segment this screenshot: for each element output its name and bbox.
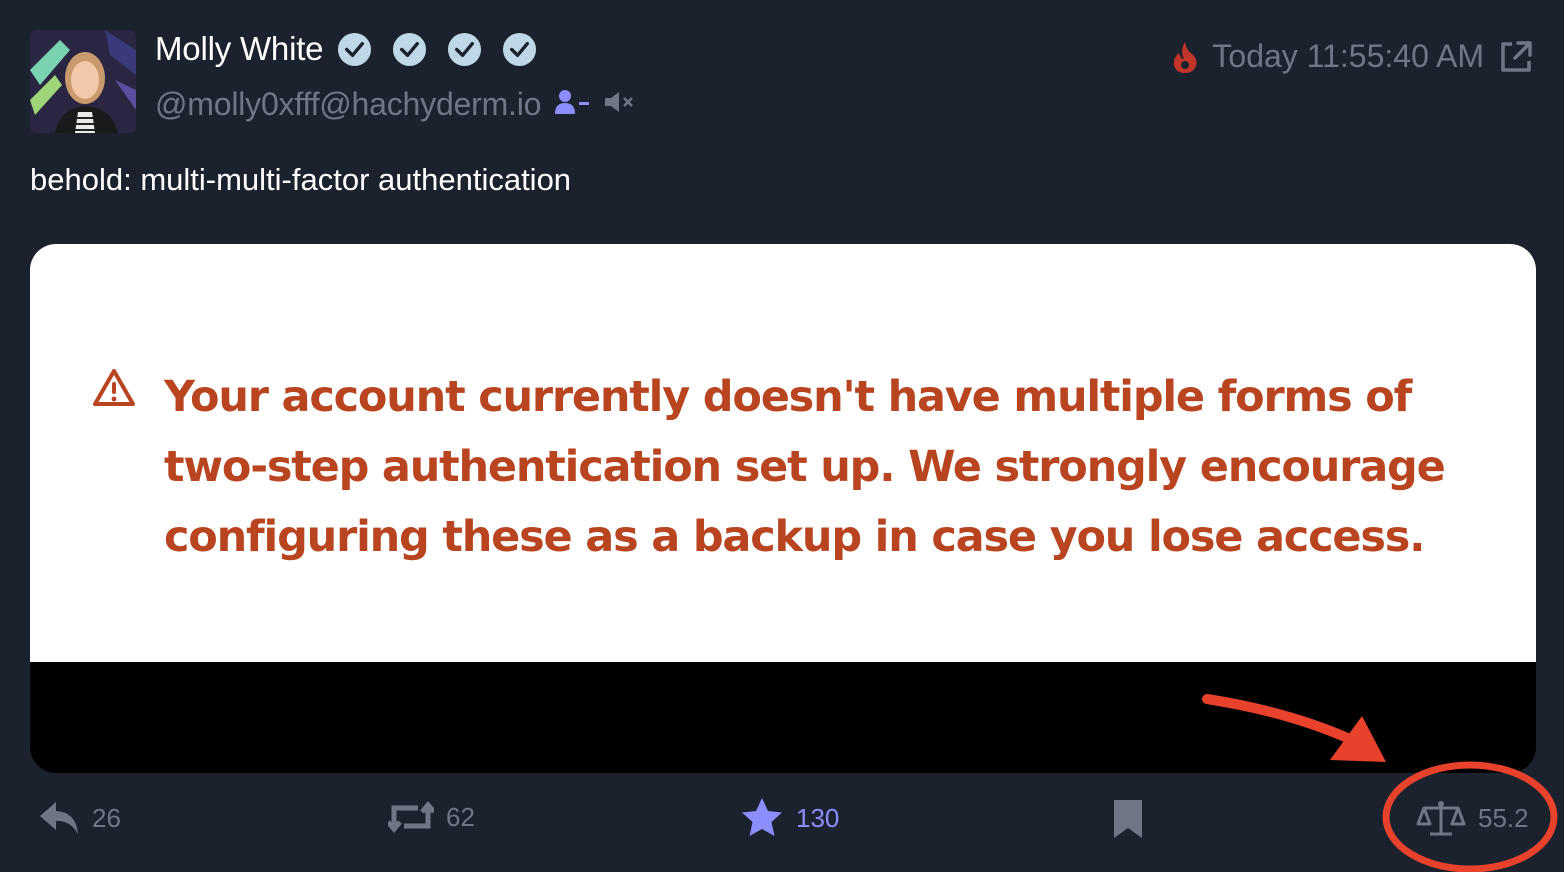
score-value: 55.2 [1478, 802, 1529, 833]
bookmark-icon [1114, 800, 1142, 838]
reply-count: 26 [92, 802, 121, 833]
favourite-count: 130 [796, 802, 840, 833]
verified-badge-icon [392, 32, 427, 67]
verified-badge-icon [502, 32, 537, 67]
reply-icon [40, 802, 78, 834]
screenshot-image: Your account currently doesn't have mult… [30, 244, 1536, 662]
boost-icon [388, 801, 434, 833]
external-link-icon[interactable] [1498, 39, 1534, 75]
media-attachment[interactable]: Your account currently doesn't have mult… [30, 244, 1536, 773]
handle[interactable]: @molly0xfff@hachyderm.io [155, 86, 541, 123]
score-indicator[interactable]: 55.2 [1416, 798, 1529, 838]
alert-message: Your account currently doesn't have mult… [164, 372, 1446, 562]
star-icon [742, 798, 782, 836]
avatar[interactable] [30, 30, 136, 133]
timestamp-row: Today 11:55:40 AM [1172, 38, 1534, 75]
verified-badge-icon [337, 32, 372, 67]
display-name[interactable]: Molly White [155, 30, 324, 68]
mute-icon[interactable] [603, 90, 635, 119]
post-content: behold: multi-multi-factor authenticatio… [30, 162, 572, 197]
scale-icon [1416, 801, 1466, 836]
action-bar: 26 62 130 55.2 [0, 790, 1564, 850]
post-timestamp[interactable]: Today 11:55:40 AM [1212, 38, 1484, 75]
unfollow-icon[interactable] [555, 88, 590, 121]
boost-button[interactable]: 62 [388, 798, 475, 836]
flame-icon [1174, 41, 1197, 73]
bookmark-button[interactable] [1112, 798, 1144, 840]
boost-count: 62 [446, 801, 475, 832]
verified-badge-icon [447, 32, 482, 67]
favourite-button[interactable]: 130 [740, 796, 839, 840]
handle-row: @molly0xfff@hachyderm.io [155, 86, 635, 123]
warning-icon [93, 369, 135, 406]
reply-button[interactable]: 26 [38, 798, 121, 838]
verified-badges [337, 32, 537, 67]
